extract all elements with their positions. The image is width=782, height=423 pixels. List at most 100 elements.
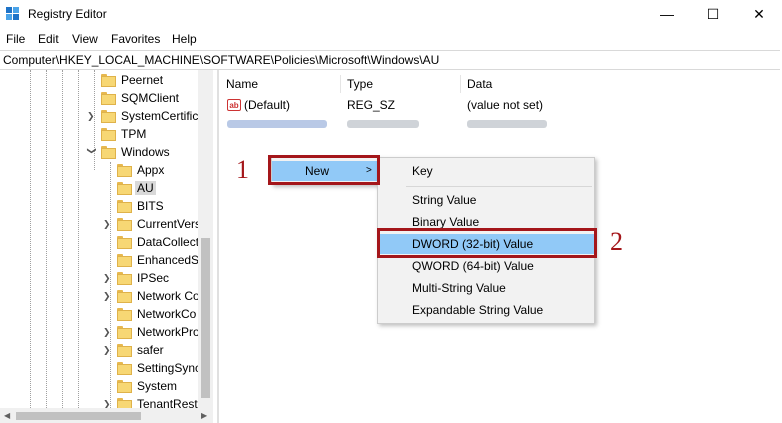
menu-bar: File Edit View Favorites Help: [0, 29, 782, 49]
folder-icon: [117, 344, 132, 357]
maximize-button[interactable]: ☐: [690, 0, 736, 28]
tree-item-label: safer: [137, 343, 164, 357]
tree-guide-line: [46, 70, 47, 410]
table-row-blurred[interactable]: [220, 114, 782, 132]
annotation-step-1: 1: [236, 155, 249, 184]
folder-icon: [101, 74, 116, 87]
menu-item-expandable-string-value[interactable]: Expandable String Value: [378, 300, 594, 320]
menu-item-label: Key: [412, 164, 433, 178]
tree-guide-line: [78, 70, 79, 410]
scroll-right-icon[interactable]: ▶: [201, 411, 207, 420]
folder-icon: [101, 110, 116, 123]
menu-favorites[interactable]: Favorites: [111, 32, 160, 46]
string-value-icon: ab: [227, 99, 241, 111]
menu-item-multi-string-value[interactable]: Multi-String Value: [378, 278, 594, 298]
menu-item-label: String Value: [412, 193, 477, 207]
minimize-button[interactable]: —: [644, 0, 690, 28]
tree-item-label: IPSec: [137, 271, 170, 285]
folder-icon: [117, 254, 132, 267]
chevron-right-icon[interactable]: ❯: [103, 327, 113, 337]
folder-icon: [117, 308, 132, 321]
scrollbar-thumb[interactable]: [16, 412, 141, 420]
folder-icon: [117, 236, 132, 249]
value-type: REG_SZ: [347, 98, 396, 112]
annotation-step-2: 2: [610, 227, 623, 256]
tree-horizontal-scrollbar[interactable]: ◀ ▶: [0, 408, 213, 423]
close-icon: ✕: [753, 6, 765, 22]
folder-icon: [117, 218, 132, 231]
registry-editor-icon: [6, 7, 19, 20]
tree-item-label: System: [137, 379, 178, 393]
annotation-box-step-1: [268, 155, 380, 185]
folder-icon: [117, 200, 132, 213]
tree-item-label: EnhancedS: [137, 253, 200, 267]
tree-item-label: Peernet: [121, 73, 164, 87]
minimize-icon: —: [660, 6, 674, 22]
tree-guide-line: [62, 70, 63, 410]
tree-item-label: Network Co: [137, 289, 200, 303]
menu-item-label: Expandable String Value: [412, 303, 544, 317]
tree-item-label: SystemCertific: [121, 109, 199, 123]
value-data: (value not set): [467, 98, 544, 112]
tree-vertical-scrollbar[interactable]: [198, 70, 213, 410]
folder-icon: [101, 146, 116, 159]
chevron-right-icon[interactable]: ❯: [87, 111, 97, 121]
scroll-left-icon[interactable]: ◀: [4, 411, 10, 420]
tree-item-label: SQMClient: [121, 91, 180, 105]
chevron-right-icon[interactable]: ❯: [103, 345, 113, 355]
address-path: Computer\HKEY_LOCAL_MACHINE\SOFTWARE\Pol…: [3, 53, 440, 67]
menu-item-label: QWORD (64-bit) Value: [412, 259, 534, 273]
menu-file[interactable]: File: [6, 32, 25, 46]
blurred-content: [467, 120, 547, 128]
menu-separator: [406, 186, 592, 187]
chevron-right-icon[interactable]: ❯: [103, 273, 113, 283]
tree-item-label: NetworkPro: [137, 325, 200, 339]
folder-icon: [101, 128, 116, 141]
scrollbar-thumb[interactable]: [201, 238, 210, 398]
menu-edit[interactable]: Edit: [38, 32, 59, 46]
menu-item-label: Multi-String Value: [412, 281, 506, 295]
folder-icon: [117, 362, 132, 375]
address-bar[interactable]: Computer\HKEY_LOCAL_MACHINE\SOFTWARE\Pol…: [0, 50, 780, 70]
close-button[interactable]: ✕: [736, 0, 782, 28]
menu-help[interactable]: Help: [172, 32, 197, 46]
column-header-label: Type: [347, 77, 374, 91]
tree-item-label: DataCollect: [137, 235, 200, 249]
folder-icon: [101, 92, 116, 105]
menu-item-key[interactable]: Key: [378, 161, 594, 181]
blurred-content: [347, 120, 419, 128]
tree-item-label: AU: [135, 181, 156, 195]
value-name: (Default): [244, 98, 291, 112]
folder-icon: [117, 380, 132, 393]
column-header-type[interactable]: Type: [341, 75, 461, 93]
menu-view[interactable]: View: [72, 32, 98, 46]
column-header-label: Data: [467, 77, 493, 91]
window-title: Registry Editor: [28, 7, 107, 21]
chevron-right-icon[interactable]: ❯: [103, 219, 113, 229]
menu-item-label: Binary Value: [412, 215, 480, 229]
menu-item-qword-value[interactable]: QWORD (64-bit) Value: [378, 256, 594, 276]
tree-guide-line: [110, 162, 111, 410]
tree-item-label: TPM: [121, 127, 147, 141]
tree-item-label: Appx: [137, 163, 165, 177]
tree-item-label: BITS: [137, 199, 164, 213]
folder-icon: [117, 272, 132, 285]
column-header-data[interactable]: Data: [461, 75, 761, 93]
tree-guide-line: [30, 70, 31, 410]
tree-item-label: SettingSync: [137, 361, 202, 375]
maximize-icon: ☐: [706, 6, 720, 22]
blurred-content: [227, 120, 327, 128]
chevron-right-icon[interactable]: ❯: [103, 291, 113, 301]
chevron-down-icon[interactable]: ❯: [87, 147, 97, 157]
table-row[interactable]: ab (Default) REG_SZ (value not set): [220, 96, 782, 114]
folder-icon: [117, 290, 132, 303]
folder-icon: [117, 326, 132, 339]
column-header-name[interactable]: Name: [220, 75, 341, 93]
registry-tree[interactable]: Peernet SQMClient ❯ SystemCertific TPM ❯…: [0, 70, 213, 410]
tree-item-label: NetworkCo: [137, 307, 197, 321]
tree-item-label: CurrentVers: [137, 217, 202, 231]
tree-item-label: Windows: [121, 145, 170, 159]
pane-splitter[interactable]: [217, 70, 219, 423]
folder-icon: [117, 182, 132, 195]
menu-item-string-value[interactable]: String Value: [378, 190, 594, 210]
